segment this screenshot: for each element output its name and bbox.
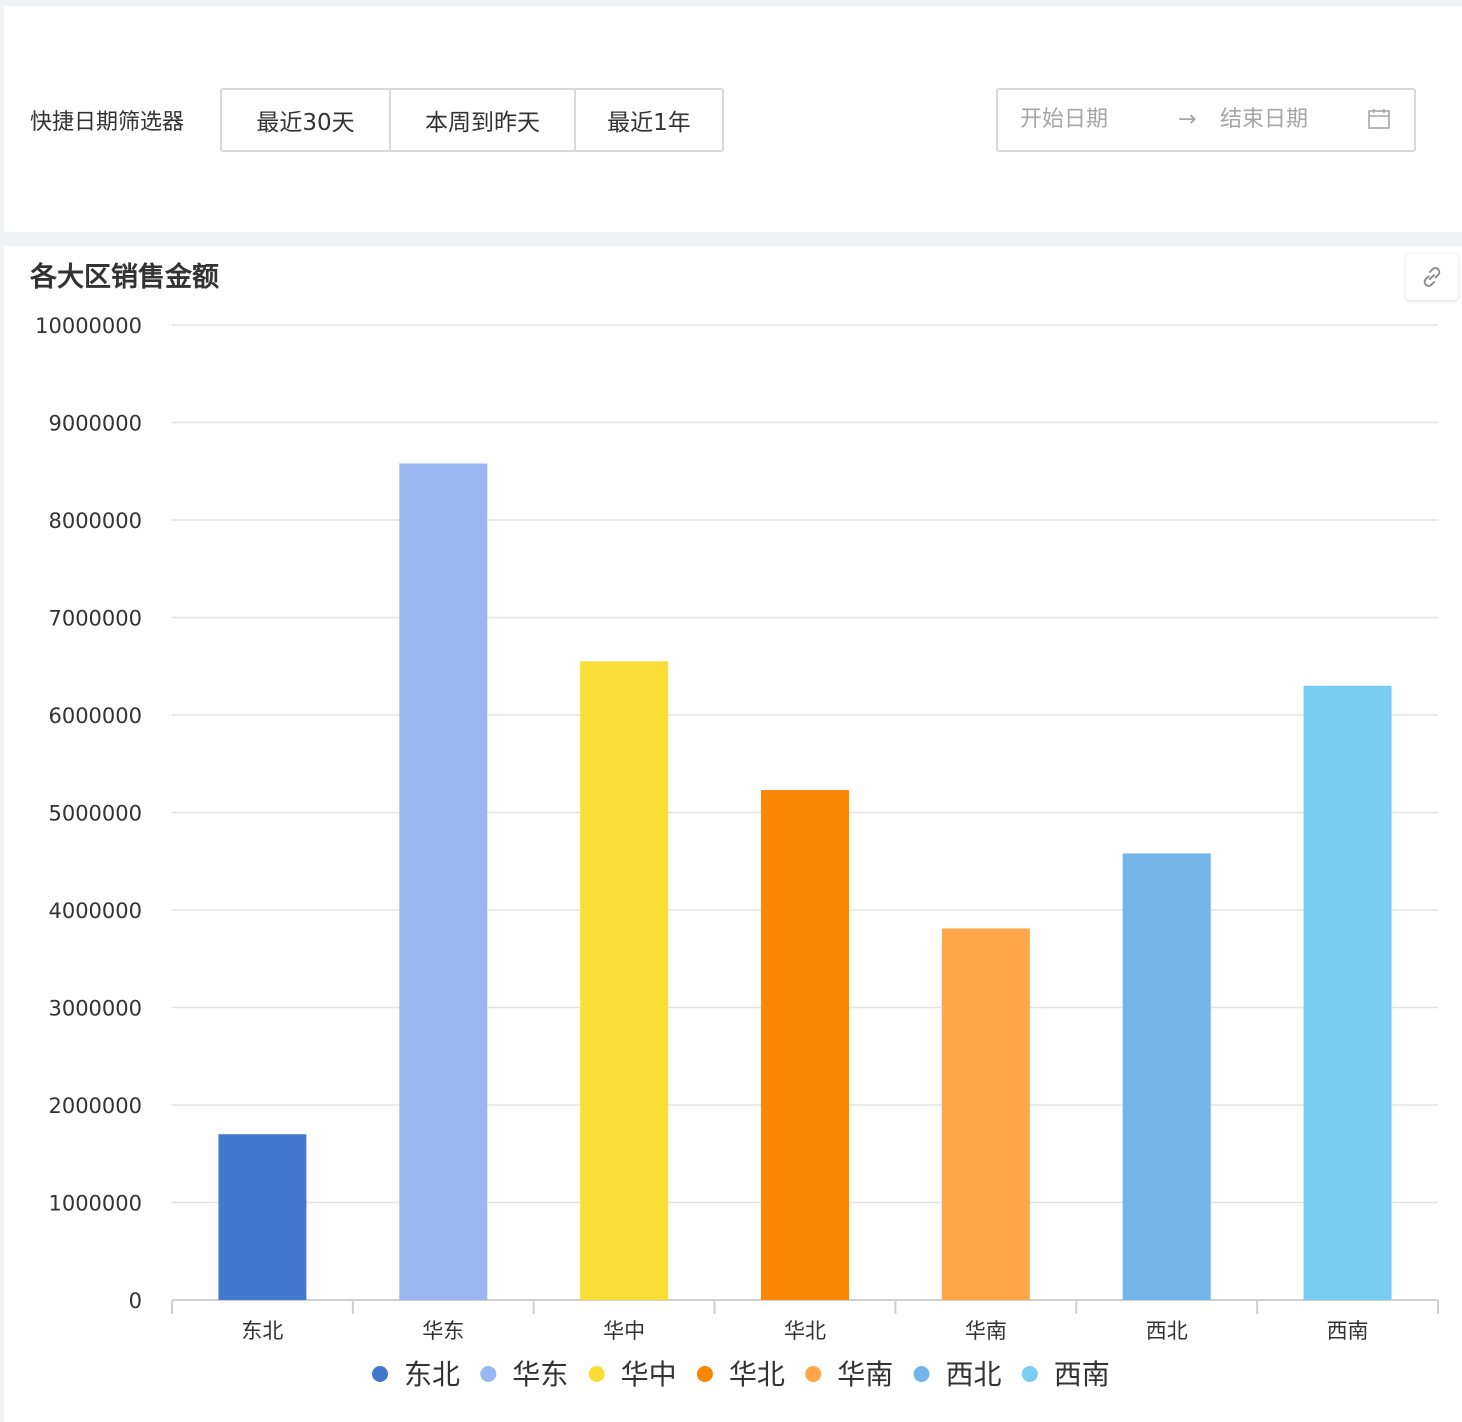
bar [1122, 853, 1211, 1300]
y-tick-label: 0 [129, 1289, 142, 1313]
bar [941, 928, 1030, 1300]
legend-marker [372, 1366, 388, 1382]
x-tick-label: 西南 [1327, 1319, 1369, 1343]
this-week-to-yesterday-button[interactable]: 本周到昨天 [389, 90, 574, 150]
bar [218, 1134, 307, 1300]
filter-label: 快捷日期筛选器 [30, 110, 185, 135]
x-tick-label: 华中 [603, 1319, 645, 1343]
legend-marker [480, 1366, 497, 1382]
end-date-input[interactable]: 结束日期 [1220, 90, 1308, 150]
y-tick-label: 3000000 [48, 997, 142, 1021]
date-filter-panel: 快捷日期筛选器 最近30天 本周到昨天 最近1年 开始日期 → 结束日期 [4, 6, 1462, 232]
legend-label: 华南 [837, 1358, 893, 1391]
bar [580, 661, 669, 1300]
link-icon [1423, 267, 1441, 287]
legend-label: 华东 [512, 1358, 568, 1391]
legend-marker [588, 1366, 605, 1382]
legend-label: 西北 [946, 1358, 1002, 1391]
quick-date-buttons: 最近30天 本周到昨天 最近1年 [220, 88, 724, 152]
y-tick-label: 4000000 [48, 899, 142, 923]
last-30-days-button[interactable]: 最近30天 [222, 90, 389, 150]
y-tick-label: 9000000 [48, 412, 142, 436]
bar [1303, 685, 1392, 1300]
y-tick-label: 10000000 [35, 314, 142, 338]
chart-title: 各大区销售金额 [30, 262, 219, 293]
date-range-picker[interactable]: 开始日期 → 结束日期 [996, 88, 1416, 152]
y-tick-label: 5000000 [48, 802, 142, 826]
x-tick-label: 华东 [422, 1319, 464, 1343]
legend-marker [1021, 1366, 1038, 1382]
chart-card: 0 1000000 2000000 3000000 4000000 5000000 6000… [4, 246, 1462, 1422]
x-tick-label: 华南 [965, 1319, 1007, 1343]
bar [761, 790, 849, 1300]
y-tick-label: 8000000 [48, 509, 142, 533]
last-1-year-button[interactable]: 最近1年 [574, 90, 722, 150]
legend-marker [913, 1366, 930, 1382]
x-tick-label: 西北 [1146, 1319, 1188, 1343]
legend-marker [805, 1366, 822, 1382]
legend-label: 华北 [729, 1358, 785, 1391]
legend-label: 东北 [404, 1358, 460, 1391]
y-tick-label: 2000000 [48, 1094, 142, 1118]
x-tick-label: 东北 [241, 1319, 283, 1343]
y-tick-label: 7000000 [48, 607, 142, 631]
start-date-input[interactable]: 开始日期 [1020, 90, 1108, 150]
y-tick-label: 1000000 [48, 1192, 142, 1216]
x-tick-label: 华北 [784, 1319, 826, 1343]
link-button[interactable] [1406, 254, 1458, 300]
bar-chart: 0 1000000 2000000 3000000 4000000 5000000 6000… [35, 314, 1439, 1391]
legend-label: 华中 [621, 1358, 677, 1391]
y-tick-label: 6000000 [48, 704, 142, 728]
bar [399, 463, 488, 1300]
legend-label: 西南 [1054, 1358, 1110, 1391]
range-arrow-icon: → [1178, 107, 1197, 132]
calendar-icon[interactable] [1368, 108, 1390, 130]
legend-marker [696, 1366, 713, 1382]
